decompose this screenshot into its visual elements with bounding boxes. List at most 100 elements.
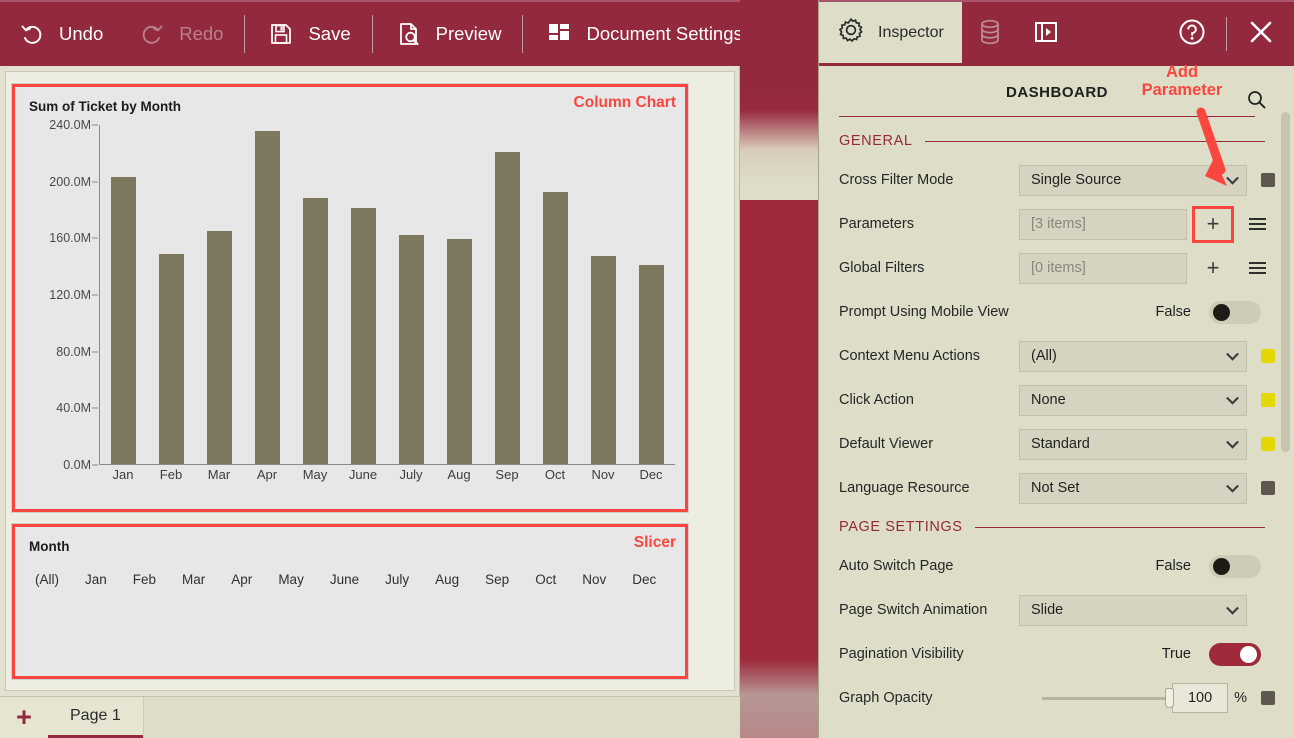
property-row: Language Resource Not Set [819,466,1294,510]
slicer-widget[interactable]: Slicer Month (All) Jan Feb Mar Apr May June Jul… [11,523,689,680]
property-select[interactable]: Not Set [1019,472,1247,504]
redo-button[interactable]: Redo [120,1,240,67]
chart-bar-column[interactable] [292,125,340,464]
slicer-item[interactable]: Aug [435,572,459,587]
opacity-value-input[interactable]: 100 [1172,683,1229,713]
page-bar-fade-overlay [740,660,820,738]
property-menu-button[interactable] [1239,209,1275,240]
property-select[interactable]: Standard [1019,428,1247,460]
preview-button[interactable]: Preview [377,1,519,67]
property-row: Default Viewer Standard [819,422,1294,466]
property-state-swatch[interactable] [1261,393,1275,407]
toolbar-divider [371,15,373,53]
chart-bar-column[interactable] [100,125,148,464]
property-state-swatch[interactable] [1261,691,1275,705]
chart-x-tick-label: Dec [639,467,663,482]
design-canvas-area[interactable]: Column Chart Sum of Ticket by Month 0.0M… [0,66,740,696]
property-select[interactable]: Single Source [1019,164,1247,196]
property-items-field[interactable]: [3 items] [1019,208,1187,240]
property-bool-value: False [1155,304,1191,320]
slicer-item[interactable]: Jan [85,572,107,587]
chart-bar-column[interactable] [244,125,292,464]
property-select-value: Slide [1031,602,1064,618]
chart-bar-column[interactable] [388,125,436,464]
slicer-item[interactable]: Oct [535,572,556,587]
property-select[interactable]: None [1019,384,1247,416]
tab-inspector[interactable]: Inspector [819,2,962,66]
chart-bar[interactable] [111,177,137,464]
document-settings-button[interactable]: Document Settings [527,1,759,67]
chart-bar[interactable] [255,131,281,464]
design-canvas[interactable]: Column Chart Sum of Ticket by Month 0.0M… [5,71,735,691]
tab-panel-expand[interactable] [1018,2,1074,66]
slicer-item-list[interactable]: (All) Jan Feb Mar Apr May June July Aug Sep Oct Nov… [35,567,681,591]
search-button[interactable] [1247,90,1266,114]
property-select[interactable]: Slide [1019,594,1247,626]
undo-button[interactable]: Undo [0,1,120,67]
chart-bar[interactable] [207,230,233,464]
chart-bar[interactable] [446,239,472,464]
slicer-item[interactable]: Nov [582,572,606,587]
property-control: [0 items] + [1019,252,1275,284]
chart-bar[interactable] [590,256,616,464]
chart-bar-column[interactable] [627,125,675,464]
chart-bar[interactable] [398,235,424,464]
chart-bar-column[interactable] [483,125,531,464]
slicer-item[interactable]: June [330,572,359,587]
save-button[interactable]: Save [249,1,367,67]
property-menu-button[interactable] [1239,253,1275,284]
property-row: Click Action None [819,378,1294,422]
property-select[interactable]: (All) [1019,340,1247,372]
slicer-item[interactable]: Sep [485,572,509,587]
property-state-swatch[interactable] [1261,173,1275,187]
help-button[interactable] [1172,14,1212,54]
slicer-item[interactable]: Apr [231,572,252,587]
slider-thumb[interactable] [1165,687,1175,708]
add-page-button[interactable]: + [0,697,48,738]
inspector-tabbar-actions [1172,2,1294,66]
property-toggle[interactable] [1209,554,1261,578]
opacity-slider[interactable] [1042,687,1175,708]
property-bool-value: True [1161,646,1191,662]
chart-bar[interactable] [159,253,185,464]
chart-bar-column[interactable] [531,125,579,464]
slicer-item[interactable]: Dec [632,572,656,587]
chart-bar[interactable] [542,192,568,464]
chart-bar-column[interactable] [196,125,244,464]
property-items-field[interactable]: [0 items] [1019,252,1187,284]
gear-icon [837,16,865,49]
slicer-item[interactable]: July [385,572,409,587]
chart-y-tick-mark [92,351,98,353]
slicer-item[interactable]: (All) [35,572,59,587]
chart-bar[interactable] [494,152,520,464]
slicer-item[interactable]: Mar [182,572,205,587]
page-tab-page-1[interactable]: Page 1 [48,697,143,738]
property-state-swatch[interactable] [1261,481,1275,495]
property-state-swatch[interactable] [1261,349,1275,363]
chart-bar[interactable] [303,198,329,464]
close-button[interactable] [1241,14,1281,54]
chart-bar-column[interactable] [435,125,483,464]
property-toggle[interactable] [1209,300,1261,324]
chart-bar[interactable] [351,208,377,464]
property-state-swatch[interactable] [1261,437,1275,451]
close-icon [1248,19,1274,50]
property-toggle[interactable] [1209,642,1261,666]
tab-data-sources[interactable] [962,2,1018,66]
property-label: Context Menu Actions [839,347,981,364]
chart-bar[interactable] [638,264,664,464]
inspector-scrollbar-thumb[interactable] [1281,112,1290,452]
chart-x-axis: Jan Feb Mar Apr May June July Aug Sep Oct Nov Dec [99,467,675,491]
add-parameter-button[interactable]: + [1192,205,1234,243]
column-chart-widget[interactable]: Column Chart Sum of Ticket by Month 0.0M… [11,83,689,513]
chart-bar-column[interactable] [340,125,388,464]
section-label: PAGE SETTINGS [839,519,963,535]
property-row: Pagination Visibility True [819,632,1294,676]
add-parameter-button[interactable]: + [1195,253,1231,284]
property-row: Global Filters [0 items] + [819,246,1294,290]
chart-bar-column[interactable] [579,125,627,464]
slicer-item[interactable]: Feb [133,572,156,587]
slicer-item[interactable]: May [278,572,304,587]
inspector-panel: Inspector DASHBOARD GENERAL Cross Filter… [818,0,1294,738]
chart-bar-column[interactable] [148,125,196,464]
